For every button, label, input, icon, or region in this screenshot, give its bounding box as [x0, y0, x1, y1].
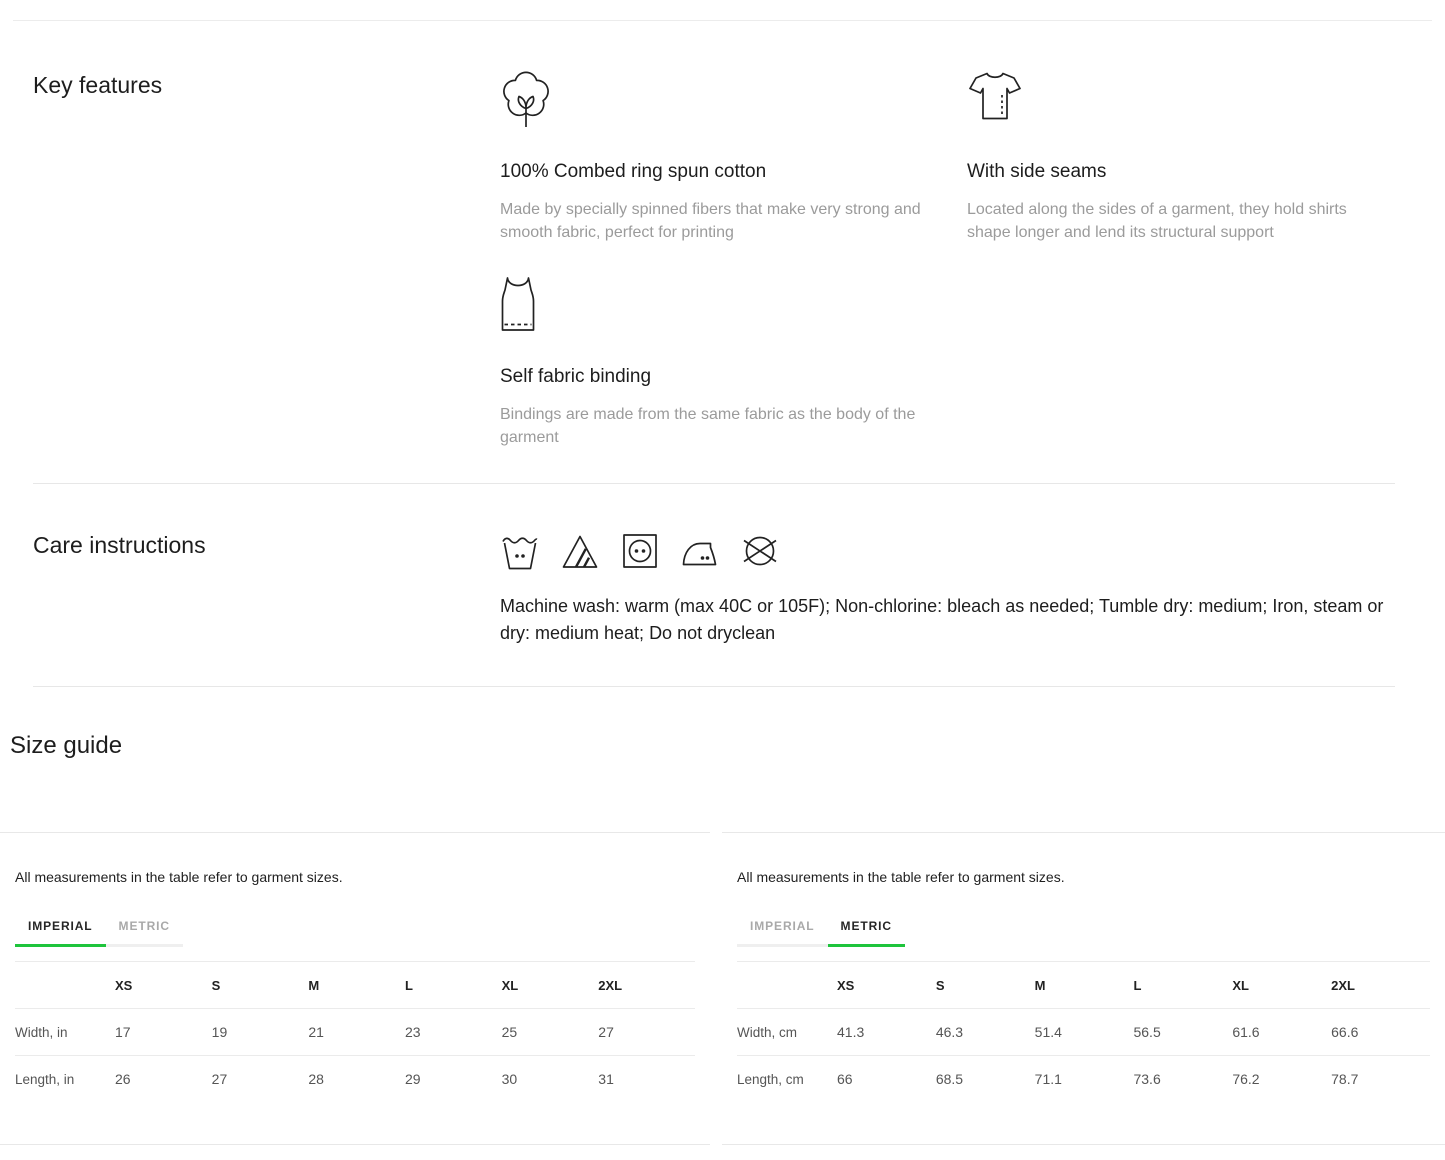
feature-title: 100% Combed ring spun cotton — [500, 161, 927, 183]
tab-metric[interactable]: METRIC — [106, 910, 183, 947]
care-instructions-section: Care instructions — [0, 484, 1445, 686]
section-divider — [33, 686, 1395, 687]
table-row: Width, cm41.346.351.456.561.666.6 — [737, 1009, 1430, 1056]
features-grid: 100% Combed ring spun cotton Made by spe… — [500, 71, 1400, 449]
feature-self-binding: Self fabric binding Bindings are made fr… — [500, 276, 967, 449]
do-not-dryclean-icon — [740, 531, 780, 571]
feature-title: With side seams — [967, 161, 1360, 183]
tab-imperial[interactable]: IMPERIAL — [15, 910, 106, 947]
feature-title: Self fabric binding — [500, 366, 927, 388]
feature-description: Made by specially spinned fibers that ma… — [500, 198, 927, 244]
side-seams-shirt-icon — [967, 71, 1360, 128]
size-value: 76.2 — [1232, 1056, 1331, 1103]
size-value: 21 — [308, 1009, 405, 1056]
tumble-dry-icon — [620, 531, 660, 571]
machine-wash-icon — [500, 531, 540, 571]
size-guide-panels: All measurements in the table refer to g… — [0, 832, 1445, 1145]
size-guide-heading: Size guide — [10, 731, 1445, 760]
table-header-row: XSSMLXL2XL — [737, 962, 1430, 1009]
row-label: Length, in — [15, 1056, 115, 1103]
size-value: 26 — [115, 1056, 212, 1103]
care-text: Machine wash: warm (max 40C or 105F); No… — [500, 593, 1400, 647]
size-value: 27 — [598, 1009, 695, 1056]
size-value: 71.1 — [1035, 1056, 1134, 1103]
care-instructions-body: Machine wash: warm (max 40C or 105F); No… — [500, 531, 1400, 647]
size-value: 66 — [837, 1056, 936, 1103]
size-column-header: L — [1133, 962, 1232, 1009]
table-header-row: XSSMLXL2XL — [15, 962, 695, 1009]
measurements-note: All measurements in the table refer to g… — [737, 869, 1430, 886]
size-value: 73.6 — [1133, 1056, 1232, 1103]
size-value: 17 — [115, 1009, 212, 1056]
size-value: 66.6 — [1331, 1009, 1430, 1056]
table-row: Length, in262728293031 — [15, 1056, 695, 1103]
feature-side-seams: With side seams Located along the sides … — [967, 71, 1400, 244]
care-instructions-heading: Care instructions — [33, 531, 500, 647]
size-column-header: XL — [502, 962, 599, 1009]
corner-cell — [15, 962, 115, 1009]
self-binding-tank-icon — [500, 276, 927, 333]
unit-tabs: IMPERIAL METRIC — [15, 910, 695, 947]
size-value: 41.3 — [837, 1009, 936, 1056]
cotton-icon — [500, 71, 927, 128]
care-icons-row — [500, 531, 1400, 571]
size-guide-panel-imperial: All measurements in the table refer to g… — [0, 832, 710, 1145]
size-value: 31 — [598, 1056, 695, 1103]
corner-cell — [737, 962, 837, 1009]
size-column-header: XS — [115, 962, 212, 1009]
size-value: 19 — [212, 1009, 309, 1056]
size-column-header: 2XL — [598, 962, 695, 1009]
tab-metric[interactable]: METRIC — [828, 910, 905, 947]
size-column-header: M — [308, 962, 405, 1009]
row-label: Length, cm — [737, 1056, 837, 1103]
feature-description: Located along the sides of a garment, th… — [967, 198, 1360, 244]
feature-cotton: 100% Combed ring spun cotton Made by spe… — [500, 71, 967, 244]
size-column-header: XL — [1232, 962, 1331, 1009]
key-features-heading: Key features — [33, 71, 500, 449]
size-value: 46.3 — [936, 1009, 1035, 1056]
key-features-section: Key features 100% Combed ring spun cotto… — [0, 21, 1445, 483]
size-value: 29 — [405, 1056, 502, 1103]
size-value: 61.6 — [1232, 1009, 1331, 1056]
iron-icon — [680, 531, 720, 571]
size-table-imperial: XSSMLXL2XLWidth, in171921232527Length, i… — [15, 961, 695, 1103]
size-table-metric: XSSMLXL2XLWidth, cm41.346.351.456.561.66… — [737, 961, 1430, 1103]
size-column-header: 2XL — [1331, 962, 1430, 1009]
size-guide-panel-metric: All measurements in the table refer to g… — [722, 832, 1445, 1145]
size-value: 23 — [405, 1009, 502, 1056]
size-value: 27 — [212, 1056, 309, 1103]
size-value: 30 — [502, 1056, 599, 1103]
size-column-header: L — [405, 962, 502, 1009]
feature-description: Bindings are made from the same fabric a… — [500, 403, 927, 449]
table-row: Width, in171921232527 — [15, 1009, 695, 1056]
size-column-header: M — [1035, 962, 1134, 1009]
size-value: 25 — [502, 1009, 599, 1056]
size-value: 51.4 — [1035, 1009, 1134, 1056]
measurements-note: All measurements in the table refer to g… — [15, 869, 695, 886]
size-value: 56.5 — [1133, 1009, 1232, 1056]
non-chlorine-bleach-icon — [560, 531, 600, 571]
size-value: 68.5 — [936, 1056, 1035, 1103]
unit-tabs: IMPERIAL METRIC — [737, 910, 1430, 947]
size-column-header: XS — [837, 962, 936, 1009]
row-label: Width, cm — [737, 1009, 837, 1056]
tab-imperial[interactable]: IMPERIAL — [737, 910, 828, 947]
size-column-header: S — [212, 962, 309, 1009]
size-value: 28 — [308, 1056, 405, 1103]
table-row: Length, cm6668.571.173.676.278.7 — [737, 1056, 1430, 1103]
row-label: Width, in — [15, 1009, 115, 1056]
size-column-header: S — [936, 962, 1035, 1009]
size-value: 78.7 — [1331, 1056, 1430, 1103]
product-details-page: Key features 100% Combed ring spun cotto… — [0, 0, 1445, 1160]
